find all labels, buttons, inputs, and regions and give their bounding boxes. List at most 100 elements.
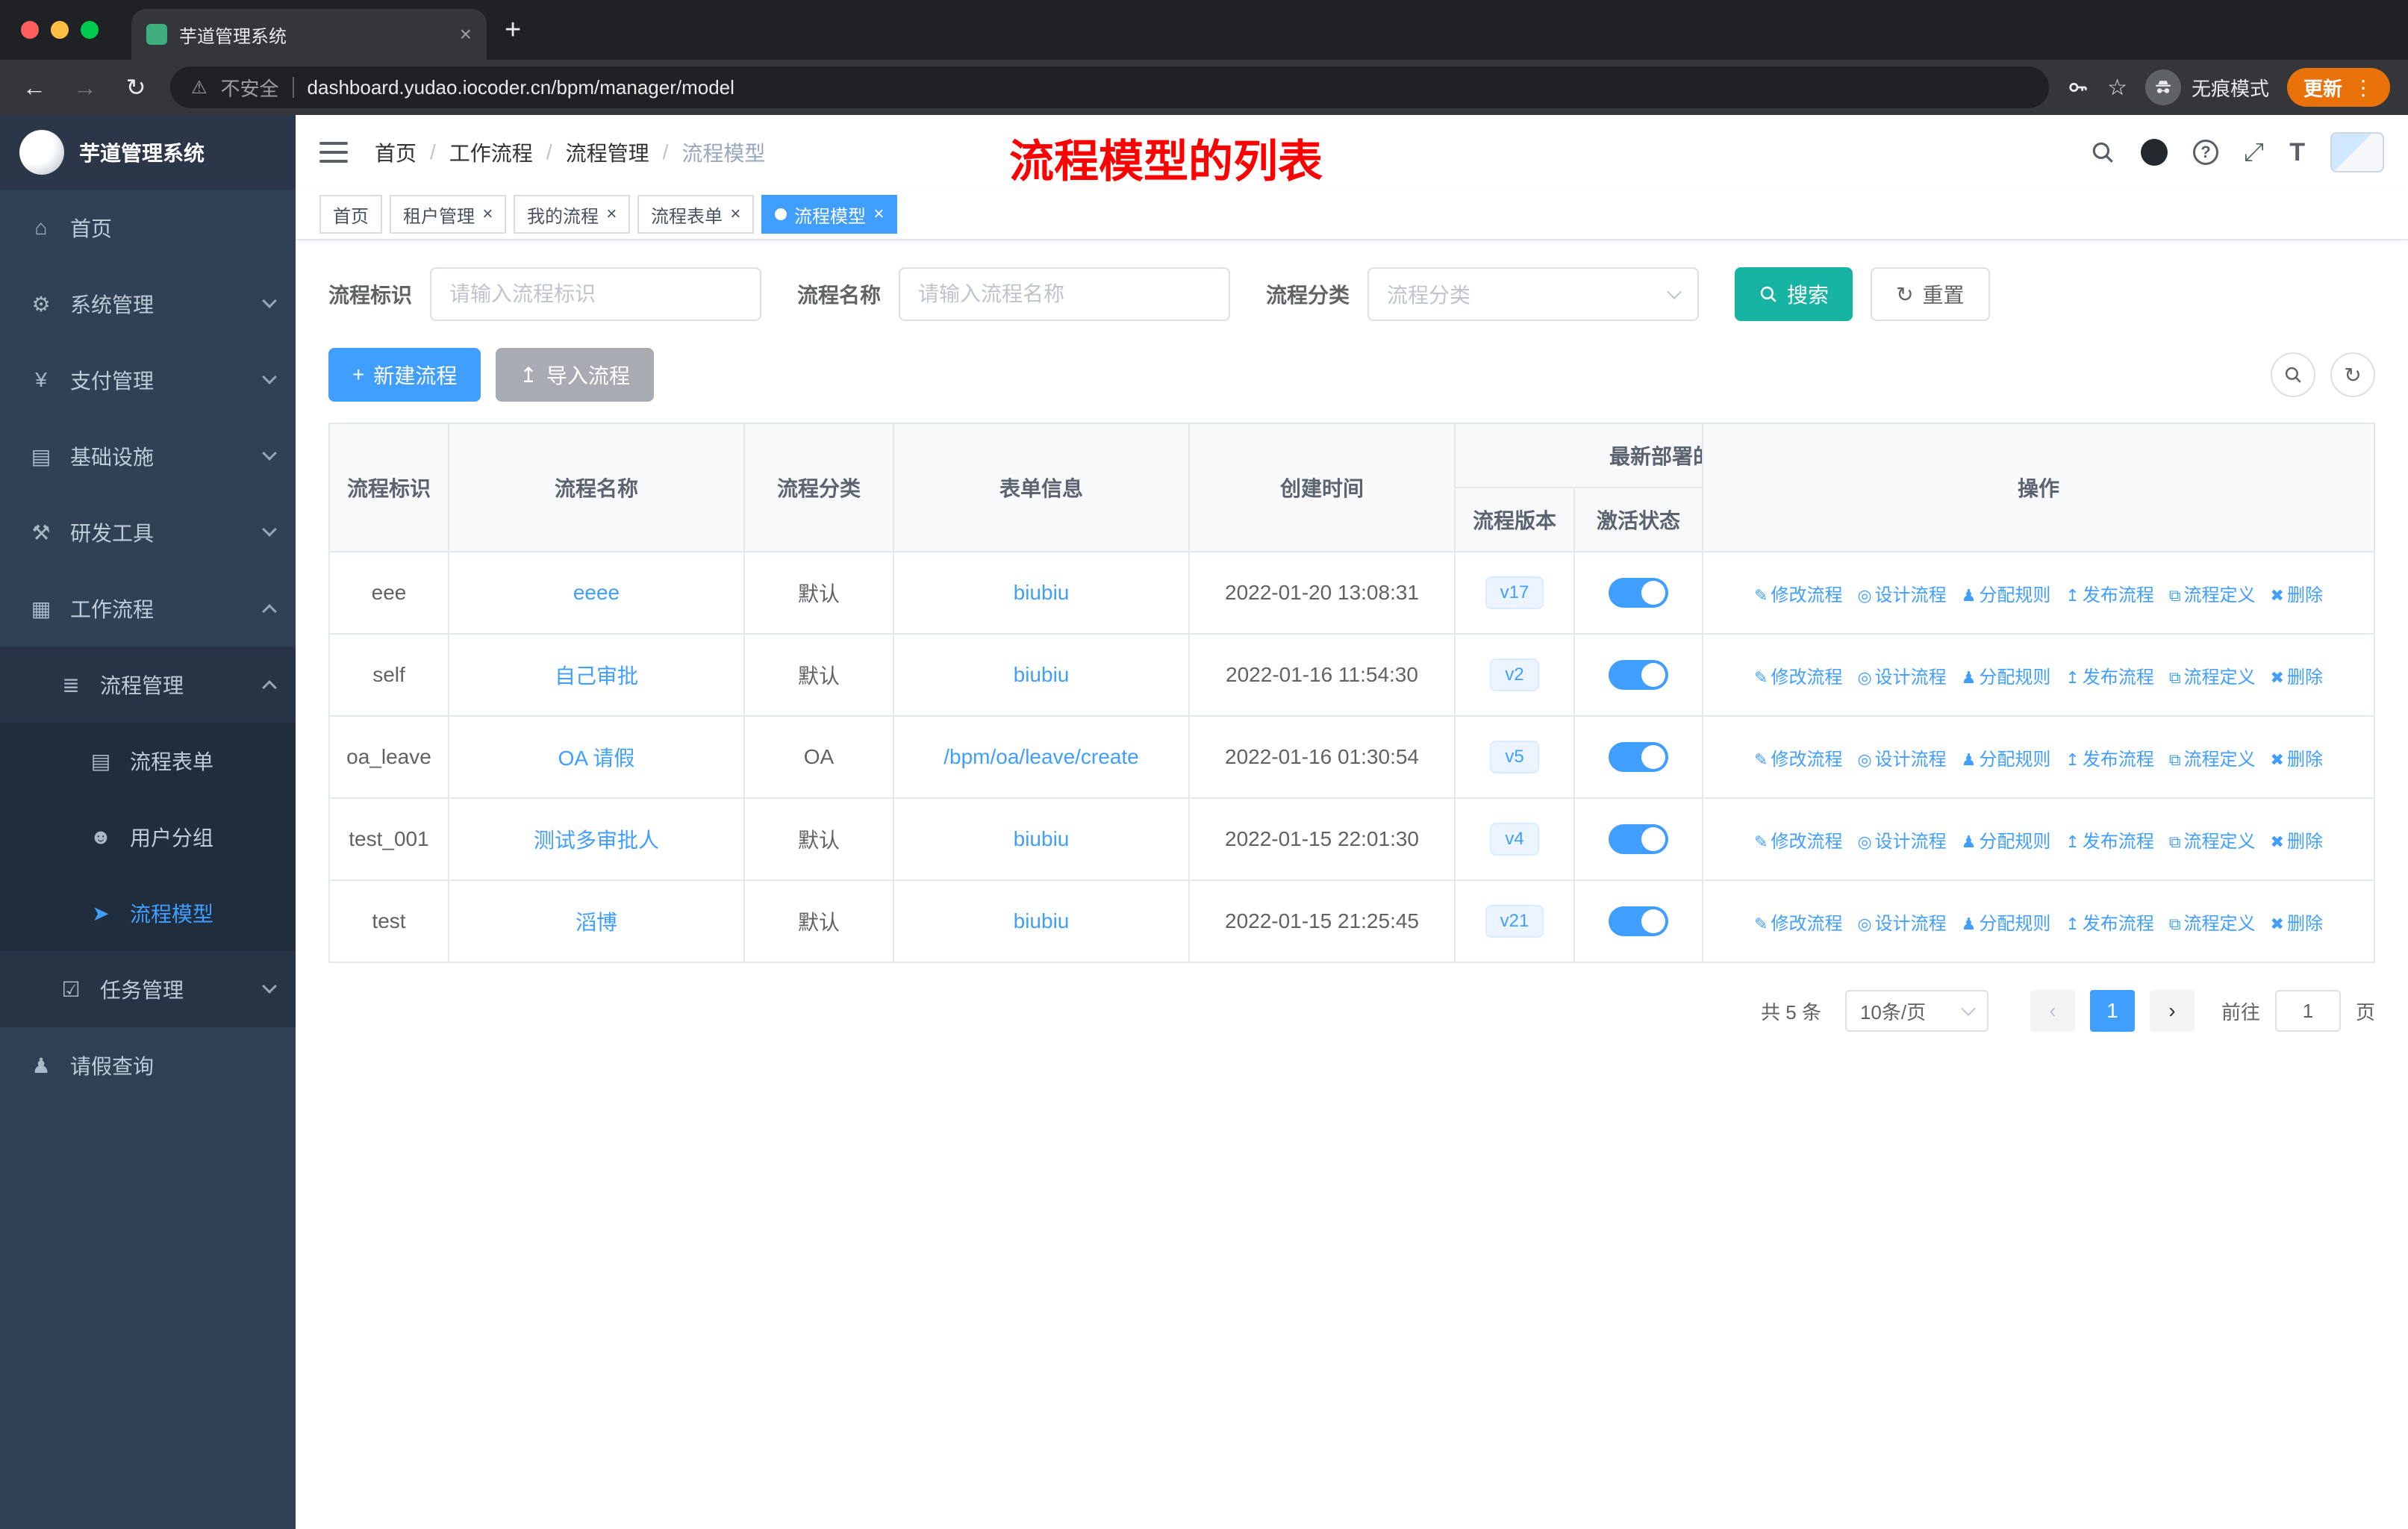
tag[interactable]: 租户管理 ×	[390, 195, 507, 234]
delete-link[interactable]: ✖ 删除	[2271, 585, 2323, 605]
design-process-link[interactable]: ◎ 设计流程	[1857, 832, 1946, 852]
process-name-link[interactable]: 自己审批	[555, 664, 638, 688]
create-process-button[interactable]: + 新建流程	[328, 348, 481, 402]
sidebar-item[interactable]: ☑ 任务管理	[0, 951, 296, 1027]
tab-close-icon[interactable]: ×	[460, 22, 472, 46]
close-icon[interactable]: ×	[482, 205, 493, 223]
process-definition-link[interactable]: ⧉ 流程定义	[2169, 585, 2256, 605]
bookmark-star-icon[interactable]: ☆	[2107, 75, 2127, 101]
process-definition-link[interactable]: ⧉ 流程定义	[2169, 750, 2256, 770]
active-toggle[interactable]	[1609, 824, 1668, 854]
column-header-created[interactable]: 创建时间	[1188, 423, 1456, 552]
import-process-button[interactable]: ↥ 导入流程	[496, 348, 654, 402]
delete-link[interactable]: ✖ 删除	[2271, 667, 2323, 688]
sidebar-item[interactable]: ☻ 用户分组	[0, 799, 296, 875]
column-header-active[interactable]: 激活状态	[1573, 487, 1703, 552]
font-size-icon[interactable]: T	[2289, 138, 2305, 167]
github-icon[interactable]	[2141, 139, 2168, 166]
prev-page-button[interactable]: ‹	[2030, 990, 2075, 1032]
page-number-button[interactable]: 1	[2089, 990, 2135, 1032]
process-definition-link[interactable]: ⧉ 流程定义	[2169, 914, 2256, 934]
form-link[interactable]: biubiu	[1014, 827, 1070, 850]
process-name-link[interactable]: 测试多审批人	[534, 829, 659, 852]
process-name-input[interactable]	[899, 267, 1231, 321]
column-header-version[interactable]: 流程版本	[1454, 487, 1575, 552]
publish-process-link[interactable]: ↥ 发布流程	[2065, 832, 2153, 852]
search-button[interactable]: 搜索	[1735, 267, 1853, 321]
delete-link[interactable]: ✖ 删除	[2271, 832, 2323, 852]
process-name-link[interactable]: OA 请假	[558, 747, 635, 770]
active-toggle[interactable]	[1609, 742, 1668, 772]
reload-button[interactable]: ↻	[119, 73, 152, 102]
show-search-button[interactable]	[2271, 352, 2315, 397]
sidebar-item[interactable]: ▦ 工作流程	[0, 570, 296, 647]
sidebar-item[interactable]: ➤ 流程模型	[0, 875, 296, 951]
search-icon[interactable]	[2090, 140, 2115, 165]
tag[interactable]: 首页	[319, 195, 382, 234]
edit-process-link[interactable]: ✎ 修改流程	[1754, 832, 1842, 852]
design-process-link[interactable]: ◎ 设计流程	[1857, 667, 1946, 688]
publish-process-link[interactable]: ↥ 发布流程	[2065, 914, 2153, 934]
close-icon[interactable]: ×	[606, 205, 617, 223]
breadcrumb-item-home[interactable]: 首页	[375, 137, 417, 167]
reset-button[interactable]: ↻ 重置	[1871, 267, 1990, 321]
url-text[interactable]: dashboard.yudao.iocoder.cn/bpm/manager/m…	[308, 76, 734, 99]
publish-process-link[interactable]: ↥ 发布流程	[2065, 585, 2153, 605]
zoom-window-button[interactable]	[81, 21, 99, 39]
publish-process-link[interactable]: ↥ 发布流程	[2065, 750, 2153, 770]
page-size-select[interactable]: 10条/页	[1844, 990, 1989, 1032]
process-definition-link[interactable]: ⧉ 流程定义	[2169, 832, 2256, 852]
close-window-button[interactable]	[21, 21, 39, 39]
tag[interactable]: 流程模型 ×	[761, 195, 898, 234]
forward-button[interactable]: →	[69, 74, 102, 102]
tag[interactable]: 流程表单 ×	[637, 195, 755, 234]
help-icon[interactable]: ?	[2193, 140, 2219, 165]
sidebar-item[interactable]: ⚙ 系统管理	[0, 266, 296, 342]
sidebar-item[interactable]: ▤ 流程表单	[0, 723, 296, 799]
assign-rule-link[interactable]: ♟ 分配规则	[1962, 585, 2051, 605]
address-bar[interactable]: ⚠ 不安全 dashboard.yudao.iocoder.cn/bpm/man…	[170, 66, 2050, 108]
assign-rule-link[interactable]: ♟ 分配规则	[1962, 832, 2051, 852]
design-process-link[interactable]: ◎ 设计流程	[1857, 914, 1946, 934]
process-name-link[interactable]: eeee	[573, 581, 620, 604]
minimize-window-button[interactable]	[51, 21, 69, 39]
close-icon[interactable]: ×	[730, 205, 740, 223]
key-icon[interactable]	[2067, 76, 2089, 99]
assign-rule-link[interactable]: ♟ 分配规则	[1962, 914, 2051, 934]
browser-tab[interactable]: 芋道管理系统 ×	[131, 9, 487, 60]
form-link[interactable]: biubiu	[1014, 663, 1070, 686]
column-header-category[interactable]: 流程分类	[743, 423, 894, 552]
assign-rule-link[interactable]: ♟ 分配规则	[1962, 750, 2051, 770]
category-select[interactable]: 流程分类	[1367, 267, 1700, 321]
sidebar-item[interactable]: ⌂ 首页	[0, 190, 296, 266]
process-definition-link[interactable]: ⧉ 流程定义	[2169, 667, 2256, 688]
column-header-form[interactable]: 表单信息	[893, 423, 1190, 552]
edit-process-link[interactable]: ✎ 修改流程	[1754, 585, 1842, 605]
active-toggle[interactable]	[1609, 906, 1668, 936]
assign-rule-link[interactable]: ♟ 分配规则	[1962, 667, 2051, 688]
form-link[interactable]: biubiu	[1014, 909, 1070, 932]
sidebar-item[interactable]: ▤ 基础设施	[0, 418, 296, 494]
process-id-input[interactable]	[430, 267, 762, 321]
sidebar-item[interactable]: ♟ 请假查询	[0, 1027, 296, 1103]
publish-process-link[interactable]: ↥ 发布流程	[2065, 667, 2153, 688]
update-button[interactable]: 更新 ⋮	[2286, 68, 2390, 107]
sidebar-item[interactable]: ¥ 支付管理	[0, 342, 296, 418]
breadcrumb-item-process-management[interactable]: 流程管理	[566, 137, 649, 167]
sidebar-item[interactable]: ≣ 流程管理	[0, 647, 296, 723]
refresh-table-button[interactable]: ↻	[2330, 352, 2375, 397]
user-avatar[interactable]	[2330, 132, 2384, 172]
close-icon[interactable]: ×	[873, 205, 884, 223]
new-tab-button[interactable]: +	[505, 14, 521, 46]
design-process-link[interactable]: ◎ 设计流程	[1857, 585, 1946, 605]
security-label[interactable]: 不安全	[221, 74, 279, 102]
breadcrumb-item-workflow[interactable]: 工作流程	[449, 137, 533, 167]
form-link[interactable]: biubiu	[1014, 581, 1070, 604]
edit-process-link[interactable]: ✎ 修改流程	[1754, 914, 1842, 934]
process-name-link[interactable]: 滔博	[576, 911, 617, 934]
sidebar-item[interactable]: ⚒ 研发工具	[0, 494, 296, 570]
edit-process-link[interactable]: ✎ 修改流程	[1754, 750, 1842, 770]
fullscreen-icon[interactable]: ⤢	[2244, 138, 2264, 167]
goto-page-input[interactable]	[2274, 990, 2341, 1032]
design-process-link[interactable]: ◎ 设计流程	[1857, 750, 1946, 770]
